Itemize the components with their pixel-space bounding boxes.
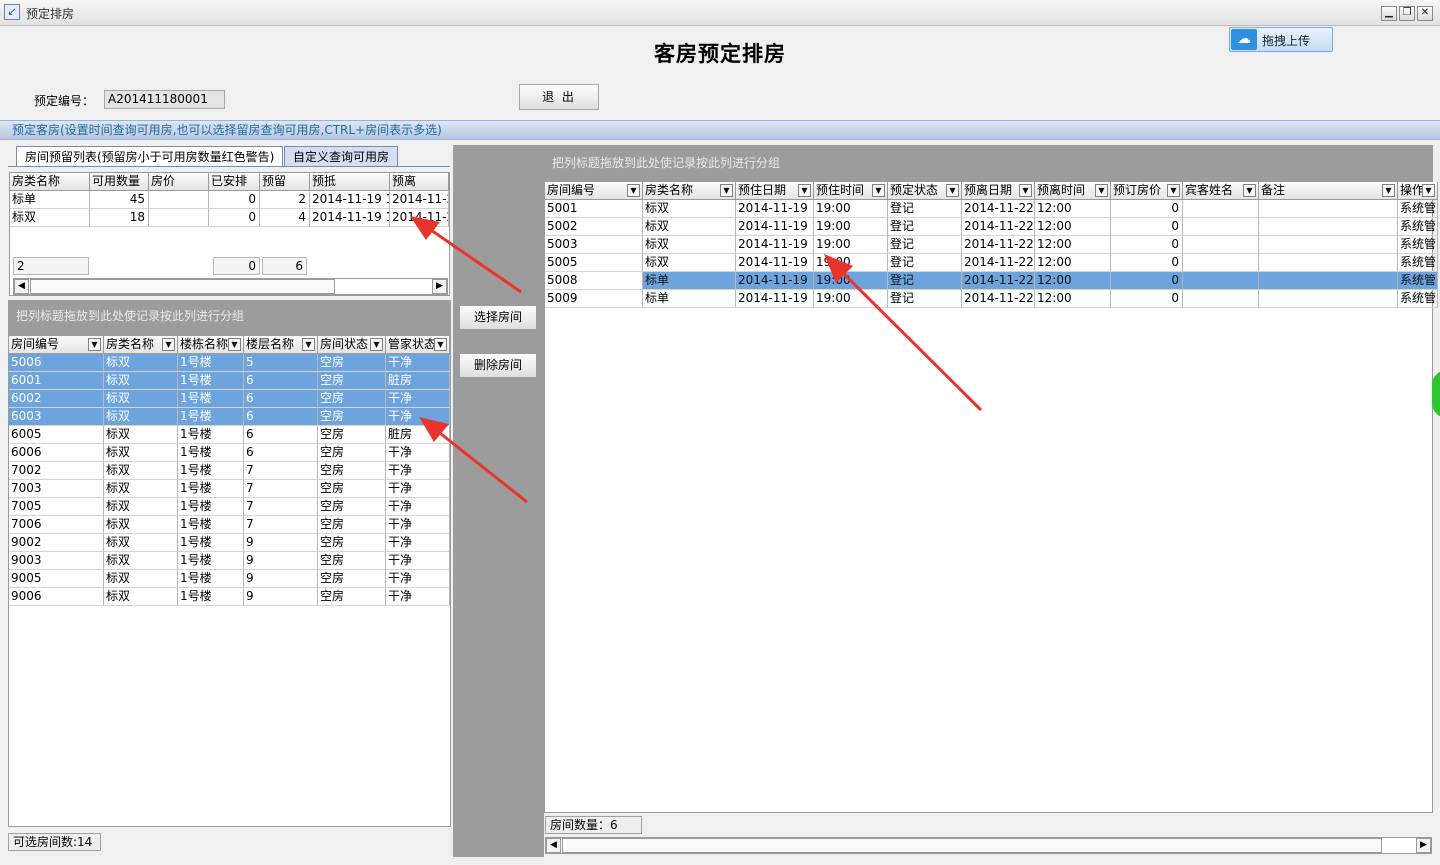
annotation-arrow (824, 254, 983, 412)
annotation-arrows (410, 216, 983, 504)
annotation-arrow (419, 417, 528, 504)
annotation-arrow (410, 216, 522, 294)
